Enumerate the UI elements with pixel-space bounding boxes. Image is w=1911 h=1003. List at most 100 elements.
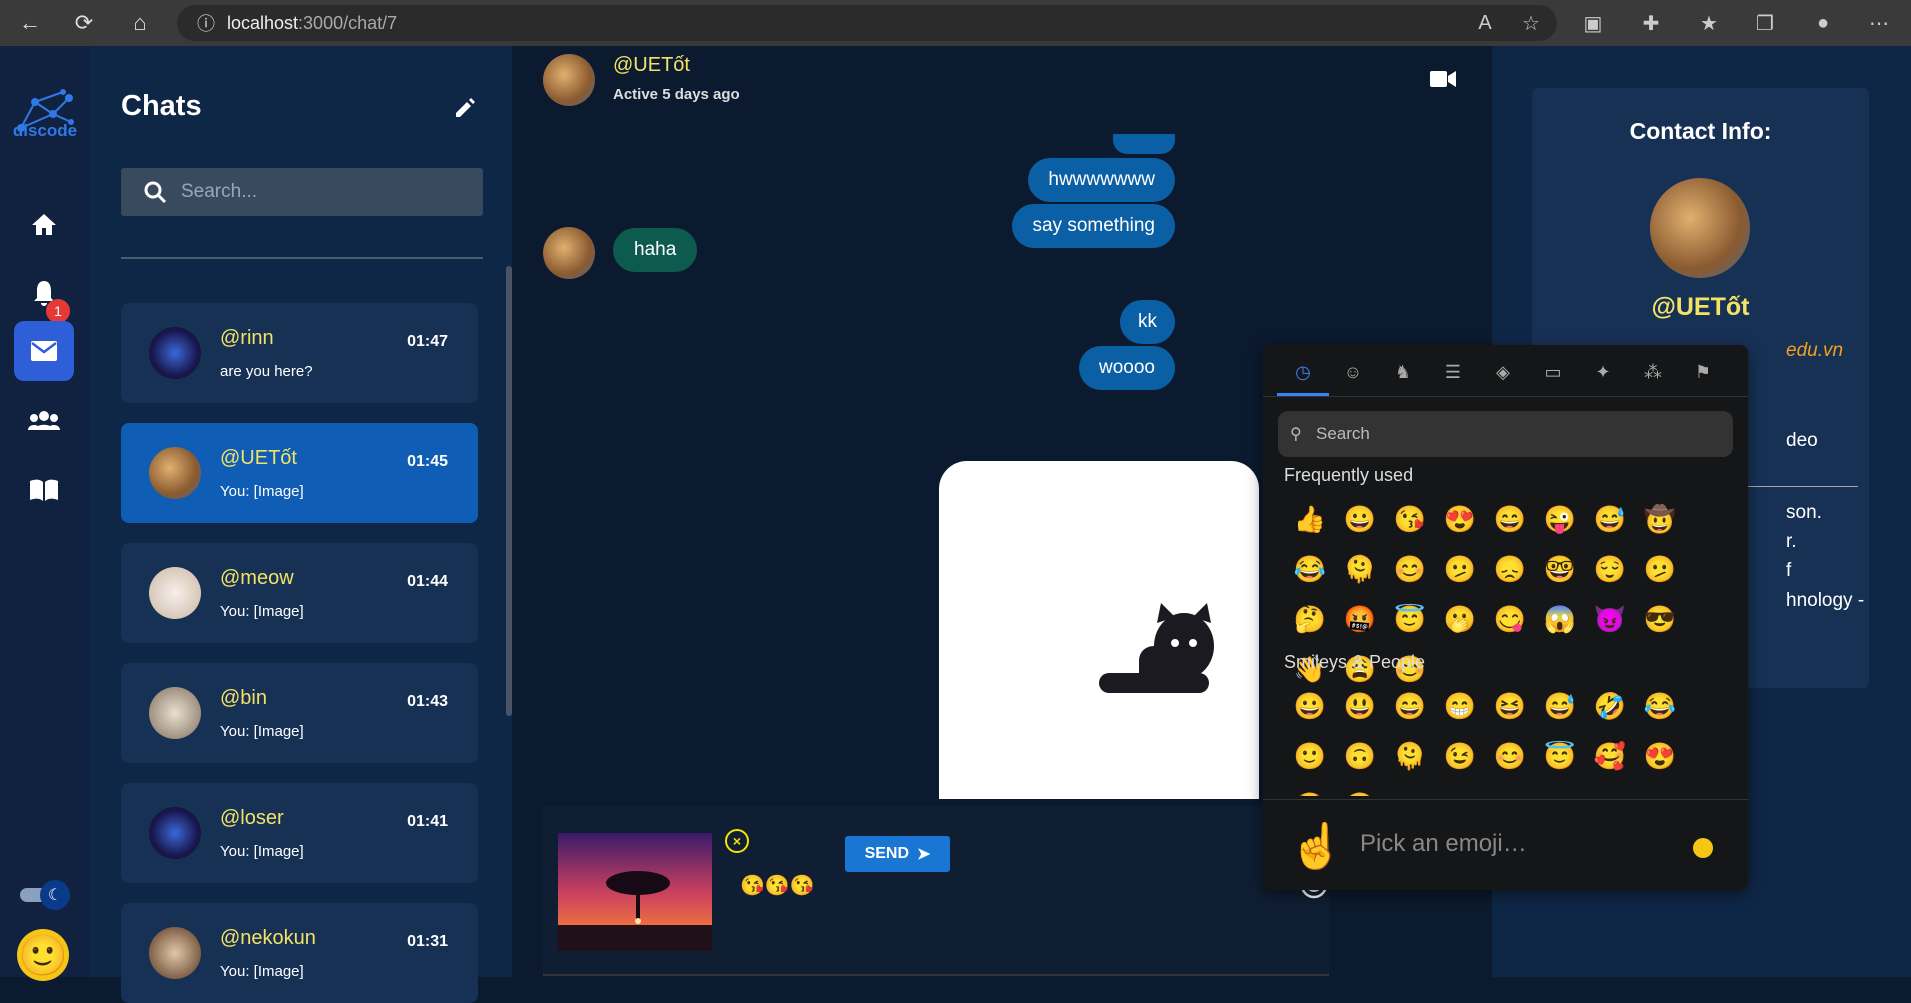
emoji-cell[interactable]: 😘 xyxy=(1385,494,1435,544)
read-aloud-icon[interactable]: A xyxy=(1470,8,1500,38)
emoji-cell[interactable]: 😇 xyxy=(1535,731,1585,781)
emoji-cell[interactable]: 🤣 xyxy=(1585,681,1635,731)
emoji-cell[interactable]: 😀 xyxy=(1285,681,1335,731)
info-icon[interactable]: ⓘ xyxy=(197,10,215,36)
contact-name[interactable]: @UETốt xyxy=(613,54,690,77)
attachment-thumbnail xyxy=(558,833,712,951)
extension-icon[interactable]: ▣ xyxy=(1578,8,1608,38)
emoji-cell[interactable]: 😍 xyxy=(1435,494,1485,544)
video-call-button[interactable] xyxy=(1430,70,1456,93)
emoji-cell[interactable]: 😞 xyxy=(1485,544,1535,594)
emoji-cell[interactable]: 😅 xyxy=(1585,494,1635,544)
chat-search-input[interactable]: Search... xyxy=(121,168,483,216)
food-icon[interactable]: ☰ xyxy=(1438,357,1468,387)
emoji-cell[interactable]: 🫢 xyxy=(1435,594,1485,644)
emoji-cell[interactable]: 🤠 xyxy=(1635,494,1685,544)
remove-attachment-button[interactable]: × xyxy=(725,829,749,853)
sunset-tree-image xyxy=(558,833,712,951)
animal-icon[interactable]: ♞ xyxy=(1388,357,1418,387)
sports-icon[interactable]: ◈ xyxy=(1488,357,1518,387)
emoji-cell[interactable]: 😄 xyxy=(1485,494,1535,544)
emoji-cell[interactable]: 😈 xyxy=(1585,594,1635,644)
message-composer[interactable]: × 😘😘😘 xyxy=(543,806,1329,976)
send-button[interactable]: SEND ➤ xyxy=(845,836,950,872)
emoji-cell[interactable]: 😉 xyxy=(1435,731,1485,781)
browser-toolbar: ← ⟳ ⌂ ⓘ localhost :3000/chat/7 A ☆ ▣ ✚ ★… xyxy=(0,0,1911,46)
emoji-cell[interactable]: 😍 xyxy=(1635,731,1685,781)
contact-avatar[interactable] xyxy=(543,54,595,106)
theme-toggle[interactable]: ☾ xyxy=(20,880,74,910)
chat-item-rinn[interactable]: @rinn 01:47 are you here? xyxy=(121,303,478,403)
emoji-cell[interactable]: 🥰 xyxy=(1585,731,1635,781)
contact-avatar-large xyxy=(1650,178,1750,278)
emoji-cell[interactable]: 😂 xyxy=(1285,544,1335,594)
emoji-cell[interactable]: 🫠 xyxy=(1335,544,1385,594)
message-bubble-partial xyxy=(1113,134,1175,154)
more-icon[interactable]: ⋯ xyxy=(1864,8,1894,38)
chat-last-message: are you here? xyxy=(220,363,313,380)
docs-nav[interactable] xyxy=(14,460,74,520)
emoji-cell[interactable]: 😆 xyxy=(1485,681,1535,731)
avatar xyxy=(149,807,201,859)
image-message[interactable] xyxy=(939,461,1259,799)
car-icon[interactable]: ▭ xyxy=(1538,357,1568,387)
chat-item-loser[interactable]: @loser 01:41 You: [Image] xyxy=(121,783,478,883)
emoji-cell[interactable]: 😜 xyxy=(1535,494,1585,544)
profile-icon[interactable]: ● xyxy=(1808,8,1838,38)
contact-email[interactable]: edu.vn xyxy=(1786,340,1843,362)
user-avatar[interactable]: 🙂 xyxy=(17,929,69,981)
emoji-cell[interactable]: 🙃 xyxy=(1335,731,1385,781)
emoji-cell[interactable]: 😇 xyxy=(1385,594,1435,644)
chat-item-meow[interactable]: @meow 01:44 You: [Image] xyxy=(121,543,478,643)
emoji-cell[interactable]: 🙂 xyxy=(1285,731,1335,781)
emoji-cell[interactable]: 👍 xyxy=(1285,494,1335,544)
emoji-cell[interactable]: 🤩 xyxy=(1285,781,1335,797)
emoji-cell[interactable]: 😌 xyxy=(1585,544,1635,594)
emoji-cell[interactable]: 😋 xyxy=(1485,594,1535,644)
messages-nav[interactable] xyxy=(14,321,74,381)
back-icon[interactable]: ← xyxy=(8,1,52,45)
chat-name: @meow xyxy=(220,567,294,589)
collections-icon[interactable]: ❐ xyxy=(1750,8,1780,38)
home-nav[interactable] xyxy=(14,194,74,254)
bulb-icon[interactable]: ✦ xyxy=(1588,357,1618,387)
address-bar[interactable]: ⓘ localhost :3000/chat/7 xyxy=(177,5,1557,41)
emoji-cell[interactable]: 😄 xyxy=(1385,681,1435,731)
emoji-cell[interactable]: 😀 xyxy=(1335,494,1385,544)
clock-icon[interactable]: ◷ xyxy=(1288,357,1318,387)
app-logo[interactable]: discode xyxy=(8,88,82,141)
emoji-cell[interactable]: 😱 xyxy=(1535,594,1585,644)
chat-item-bin[interactable]: @bin 01:43 You: [Image] xyxy=(121,663,478,763)
chat-last-message: You: [Image] xyxy=(220,843,304,860)
add-favorite-icon[interactable]: ☆ xyxy=(1516,8,1546,38)
emoji-cell[interactable]: 🤔 xyxy=(1285,594,1335,644)
skin-tone-selector[interactable] xyxy=(1693,838,1713,858)
emoji-search-input[interactable]: ⚲ Search xyxy=(1278,411,1733,457)
composer-text[interactable]: 😘😘😘 xyxy=(740,873,815,898)
symbols-icon[interactable]: ⁂ xyxy=(1638,357,1668,387)
home-icon[interactable]: ⌂ xyxy=(118,1,162,45)
emoji-cell[interactable]: 😅 xyxy=(1535,681,1585,731)
reload-icon[interactable]: ⟳ xyxy=(62,1,106,45)
emoji-cell[interactable]: 😎 xyxy=(1635,594,1685,644)
puzzle-icon[interactable]: ✚ xyxy=(1636,8,1666,38)
favorites-icon[interactable]: ★ xyxy=(1694,8,1724,38)
friends-nav[interactable] xyxy=(14,390,74,450)
video-label[interactable]: deo xyxy=(1786,430,1818,452)
emoji-cell[interactable]: 🤓 xyxy=(1535,544,1585,594)
emoji-cell[interactable]: 🤬 xyxy=(1335,594,1385,644)
emoji-cell[interactable]: 😊 xyxy=(1385,544,1435,594)
chat-item-uettot[interactable]: @UETốt 01:45 You: [Image] xyxy=(121,423,478,523)
chat-item-nekokun[interactable]: @nekokun 01:31 You: [Image] xyxy=(121,903,478,1003)
flag-icon[interactable]: ⚑ xyxy=(1688,357,1718,387)
emoji-cell[interactable]: 😊 xyxy=(1485,731,1535,781)
emoji-cell[interactable]: 🫤 xyxy=(1435,544,1485,594)
compose-button[interactable] xyxy=(453,96,477,125)
emoji-cell[interactable]: 😃 xyxy=(1335,681,1385,731)
smiley-category-icon[interactable]: ☺ xyxy=(1338,357,1368,387)
emoji-cell[interactable]: 🫠 xyxy=(1385,731,1435,781)
emoji-cell[interactable]: 🫤 xyxy=(1635,544,1685,594)
emoji-cell[interactable]: 😁 xyxy=(1435,681,1485,731)
emoji-cell[interactable]: 😘 xyxy=(1335,781,1385,797)
emoji-cell[interactable]: 😂 xyxy=(1635,681,1685,731)
